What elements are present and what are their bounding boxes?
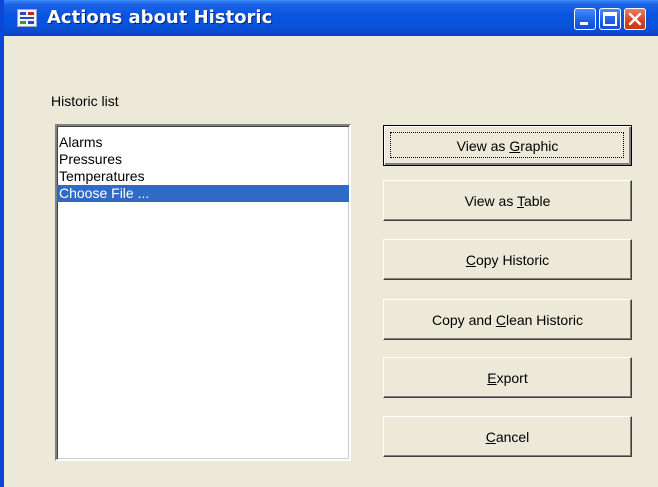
app-icon[interactable] xyxy=(17,9,37,27)
historic-list-label: Historic list xyxy=(51,93,119,109)
copy-historic-button[interactable]: Copy Historic xyxy=(383,239,632,280)
maximize-button[interactable] xyxy=(599,8,621,30)
dialog-window: Actions about Historic Historic list Ala… xyxy=(0,0,658,487)
focus-rectangle xyxy=(390,132,624,158)
button-label: Copy and Clean Historic xyxy=(432,311,583,328)
window-title: Actions about Historic xyxy=(47,7,273,28)
minimize-button[interactable] xyxy=(574,8,596,30)
list-item-pressures[interactable]: Pressures xyxy=(57,151,349,168)
list-item-choose-file[interactable]: Choose File ... xyxy=(57,185,349,202)
close-button[interactable] xyxy=(624,8,646,30)
button-label: View as Table xyxy=(464,192,551,209)
button-label: Copy Historic xyxy=(465,251,550,268)
button-label: Cancel xyxy=(485,428,530,445)
list-item-alarms[interactable]: Alarms xyxy=(57,134,349,151)
historic-listbox[interactable]: Alarms Pressures Temperatures Choose Fil… xyxy=(55,124,351,461)
list-item-temperatures[interactable]: Temperatures xyxy=(57,168,349,185)
view-as-graphic-button[interactable]: View as Graphic xyxy=(383,125,632,166)
copy-and-clean-historic-button[interactable]: Copy and Clean Historic xyxy=(383,299,632,340)
export-button[interactable]: Export xyxy=(383,357,632,398)
view-as-table-button[interactable]: View as Table xyxy=(383,180,632,221)
button-label: Export xyxy=(487,369,528,386)
cancel-button[interactable]: Cancel xyxy=(383,416,632,457)
title-bar[interactable]: Actions about Historic xyxy=(4,0,658,36)
